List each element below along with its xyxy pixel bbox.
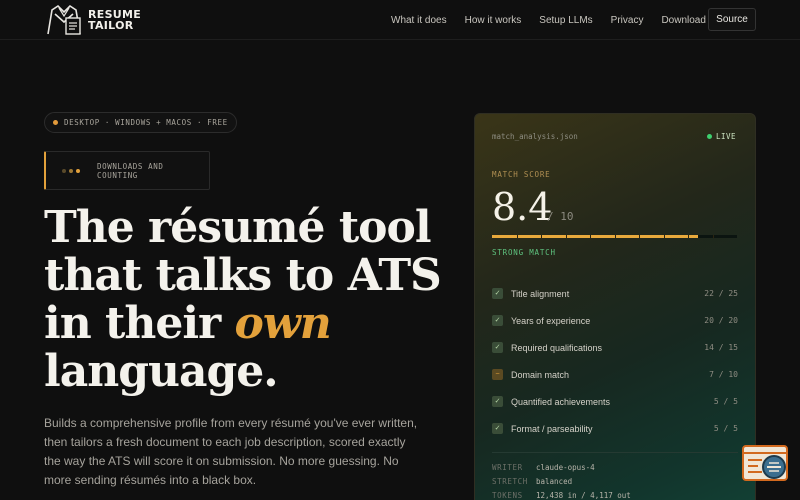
counter-dots-icon xyxy=(62,168,83,173)
headline-accent: own xyxy=(234,298,332,349)
criteria-row: ✓ Years of experience 20 / 20 xyxy=(492,307,738,334)
hero-headline: The résumé tool that talks to ATS in the… xyxy=(44,204,444,396)
counter-dot-1 xyxy=(62,168,66,173)
check-icon: ✓ xyxy=(492,315,503,326)
meta-key: WRITER xyxy=(492,462,523,472)
match-strength-label: STRONG MATCH xyxy=(492,248,556,257)
criteria-row: ✓ Format / parseability 5 / 5 xyxy=(492,415,738,442)
criteria-list: ✓ Title alignment 22 / 25 ✓ Years of experie… xyxy=(492,280,738,442)
criteria-score: 5 / 5 xyxy=(713,424,738,433)
match-score-label: MATCH SCORE xyxy=(492,170,551,179)
partial-icon: ~ xyxy=(492,369,503,380)
criteria-row: ✓ Quantified achievements 5 / 5 xyxy=(492,388,738,415)
logo[interactable]: RESUME TAILOR xyxy=(44,4,141,36)
feedback-chat-icon[interactable] xyxy=(742,445,790,485)
criteria-label: Years of experience xyxy=(511,315,591,326)
score-bar-tick xyxy=(590,235,591,238)
score-bar-tick xyxy=(688,235,689,238)
live-dot-icon xyxy=(706,134,712,139)
hero-subcopy: Builds a comprehensive profile from ever… xyxy=(44,416,418,487)
nav-links: What it does How it works Setup LLMs Pri… xyxy=(391,0,724,40)
criteria-score: 7 / 10 xyxy=(709,370,738,379)
live-label: LIVE xyxy=(715,132,736,141)
live-indicator: LIVE xyxy=(706,132,736,141)
meta-key: STRETCH xyxy=(492,476,528,486)
criteria-score: 5 / 5 xyxy=(713,397,738,406)
criteria-row: ~ Domain match 7 / 10 xyxy=(492,361,738,388)
headline-line-1: The résumé tool xyxy=(44,202,432,253)
check-icon: ✓ xyxy=(492,288,503,299)
nav-link-setup-llms[interactable]: Setup LLMs xyxy=(539,15,592,26)
top-nav: RESUME TAILOR What it does How it works … xyxy=(0,0,800,40)
meta-value: 12,438 in / 4,117 out xyxy=(536,490,631,500)
headline-line-3: in their own xyxy=(44,300,444,348)
tailor-bust-icon xyxy=(47,4,81,35)
headline-line-2: that talks to ATS xyxy=(44,250,442,301)
meta-value: claude-opus-4 xyxy=(536,462,595,472)
counter-dot-3 xyxy=(76,168,80,173)
meta-row: TOKENS 12,438 in / 4,117 out xyxy=(492,488,738,500)
score-bar-tick xyxy=(516,235,518,238)
check-icon: ✓ xyxy=(492,396,503,407)
meta-value: balanced xyxy=(536,476,573,486)
counter-label: DOWNLOADS AND COUNTING xyxy=(97,161,164,180)
nav-link-download[interactable]: Download xyxy=(661,15,705,26)
headline-line-3-prefix: in their xyxy=(44,298,235,349)
card-filename: match_analysis.json xyxy=(492,132,578,141)
score-bar-tick xyxy=(565,235,567,238)
badge-dot-icon xyxy=(53,120,58,125)
nav-link-privacy[interactable]: Privacy xyxy=(611,15,644,26)
headline-line-4: language. xyxy=(44,346,279,397)
meta-row: STRETCH balanced xyxy=(492,474,738,488)
score-bar-tick xyxy=(614,235,616,238)
criteria-score: 14 / 15 xyxy=(704,343,738,352)
criteria-label: Title alignment xyxy=(511,288,570,299)
criteria-label: Format / parseability xyxy=(511,423,593,434)
meta-divider xyxy=(492,452,738,453)
run-metadata: WRITER claude-opus-4 STRETCH balanced TOKENS… xyxy=(492,460,738,500)
score-bar-tick xyxy=(663,235,665,238)
logo-text: RESUME TAILOR xyxy=(88,9,141,31)
criteria-label: Domain match xyxy=(511,369,570,380)
criteria-row: ✓ Required qualifications 14 / 15 xyxy=(492,334,738,361)
score-bar-tick xyxy=(541,235,542,238)
match-score-value: 8.4 xyxy=(492,185,553,229)
logo-line-2: TAILOR xyxy=(88,19,134,32)
platform-badge: DESKTOP · WINDOWS + MACOS · FREE xyxy=(44,112,237,133)
check-icon: ✓ xyxy=(492,342,503,353)
meta-row: WRITER claude-opus-4 xyxy=(492,460,738,474)
criteria-score: 20 / 20 xyxy=(704,316,738,325)
criteria-label: Required qualifications xyxy=(511,342,603,353)
score-bar-tick xyxy=(712,235,714,238)
match-score-max: / 10 xyxy=(547,210,574,223)
criteria-row: ✓ Title alignment 22 / 25 xyxy=(492,280,738,307)
badge-text: DESKTOP · WINDOWS + MACOS · FREE xyxy=(64,118,228,127)
check-icon: ✓ xyxy=(492,423,503,434)
source-button[interactable]: Source xyxy=(708,8,756,31)
match-analysis-card: match_analysis.json LIVE MATCH SCORE 8.4… xyxy=(474,113,756,500)
nav-link-how-it-works[interactable]: How it works xyxy=(465,15,522,26)
score-bar-tick xyxy=(639,235,640,238)
score-bar xyxy=(492,235,737,238)
criteria-score: 22 / 25 xyxy=(704,289,738,298)
criteria-label: Quantified achievements xyxy=(511,396,611,407)
counter-dot-2 xyxy=(69,168,73,173)
score-bar-fill xyxy=(492,235,698,238)
nav-link-what-it-does[interactable]: What it does xyxy=(391,15,447,26)
meta-key: TOKENS xyxy=(492,490,523,500)
download-counter: DOWNLOADS AND COUNTING xyxy=(44,151,210,190)
